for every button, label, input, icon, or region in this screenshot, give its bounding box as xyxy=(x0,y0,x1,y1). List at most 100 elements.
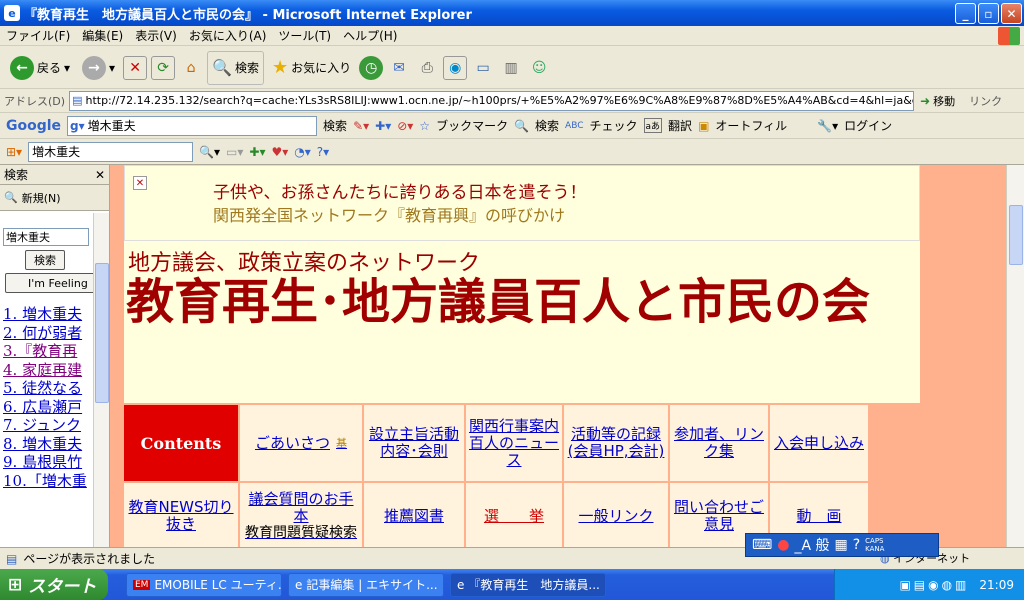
nav-table: Contents ごあいさつ基 設立主旨活動内容･会則 関西行事案内百人のニュー… xyxy=(124,405,868,547)
edit-icon[interactable]: ▭ xyxy=(471,56,495,80)
nav-general-links[interactable]: 一般リンク xyxy=(564,483,668,547)
menu-tools[interactable]: ツール(T) xyxy=(272,27,337,44)
ime-pad-icon[interactable]: ▦ xyxy=(834,537,847,553)
google-plus-icon[interactable]: ✚▾ xyxy=(375,119,391,133)
address-input[interactable]: ▤ http://72.14.235.132/search?q=cache:YL… xyxy=(69,90,915,111)
new-search-button[interactable]: 🔍 新規(N) xyxy=(0,185,109,211)
status-page-icon: ▤ xyxy=(6,551,18,566)
start-label: スタート xyxy=(28,577,97,597)
result-link[interactable]: 7. ジュンク xyxy=(3,416,94,435)
tray-icons[interactable]: ▣▤◉◍▥ xyxy=(899,578,969,592)
refresh-icon[interactable]: ⟳ xyxy=(151,55,176,80)
menu-view[interactable]: 表示(V) xyxy=(129,27,183,44)
nav-greeting[interactable]: ごあいさつ基 xyxy=(240,405,362,481)
stop-icon[interactable]: ✕ xyxy=(123,55,148,80)
research-icon[interactable]: ▥ xyxy=(499,56,523,80)
minimize-button[interactable]: _ xyxy=(955,3,976,24)
result-link[interactable]: 1. 増木重夫 xyxy=(3,305,94,324)
mail-icon[interactable]: ✉ xyxy=(387,56,411,80)
ime-help-icon[interactable]: ? xyxy=(853,537,860,553)
language-bar[interactable]: ⌨ ● _A 般 ▦ ? CAPS KANA xyxy=(745,533,939,557)
translate-button[interactable]: 翻訳 xyxy=(668,117,692,134)
panel-search-button[interactable]: 検索 xyxy=(25,250,65,270)
nav-greeting-mark: 基 xyxy=(336,436,347,450)
result-link[interactable]: 9. 島根県竹 xyxy=(3,453,94,472)
menu-edit[interactable]: 編集(E) xyxy=(76,27,129,44)
add-icon[interactable]: ✚▾ xyxy=(249,145,265,159)
result-link[interactable]: 5. 徒然なる xyxy=(3,379,94,398)
panel-scroll-thumb[interactable] xyxy=(95,263,109,403)
login-button[interactable]: ログイン xyxy=(844,117,892,134)
google-block-icon[interactable]: ⊘▾ xyxy=(397,119,413,133)
google-tools-icon[interactable]: ✎▾ xyxy=(353,119,369,133)
taskbar-item-label: 記事編集 | エキサイト... xyxy=(306,578,438,592)
menu-file[interactable]: ファイル(F) xyxy=(0,27,76,44)
print-icon[interactable]: ⎙ xyxy=(415,56,439,80)
check-button[interactable]: チェック xyxy=(590,117,638,134)
result-link[interactable]: 6. 広島瀬戸 xyxy=(3,398,94,417)
banner-line-2: 関西発全国ネットワーク『教育再興』の呼びかけ xyxy=(213,206,566,225)
nav-join[interactable]: 入会申し込み xyxy=(770,405,868,481)
help-icon[interactable]: ?▾ xyxy=(317,145,329,159)
people-icon[interactable]: ☺ xyxy=(527,56,551,80)
google-search-button[interactable]: 検索 xyxy=(323,117,347,134)
result-link[interactable]: 10.「増木重 xyxy=(3,472,94,491)
ime-mode[interactable]: _A 般 xyxy=(794,535,829,555)
messenger-icon[interactable]: ◉ xyxy=(443,55,468,80)
highlight-icon[interactable]: ▭▾ xyxy=(226,145,243,159)
taskbar-item-excite[interactable]: e 記事編集 | エキサイト... xyxy=(288,572,444,597)
nav-kansai[interactable]: 関西行事案内百人のニュース xyxy=(466,405,562,481)
home-icon[interactable]: ⌂ xyxy=(179,56,203,80)
nav-questions[interactable]: 議会質問のお手本 教育問題質疑検索 xyxy=(240,483,362,547)
google-search-input[interactable]: g▾ 増木重夫 xyxy=(67,115,318,136)
star-icon: ★ xyxy=(272,57,289,78)
search2-button[interactable]: 検索 xyxy=(535,117,559,134)
nav-books[interactable]: 推薦図書 xyxy=(364,483,464,547)
nav-purpose[interactable]: 設立主旨活動内容･会則 xyxy=(364,405,464,481)
search-panel-header: 検索 ✕ xyxy=(0,165,109,185)
taskbar-item-ie[interactable]: e 『教育再生 地方議員... xyxy=(450,572,606,597)
refresh2-icon[interactable]: ◔▾ xyxy=(294,145,311,159)
toolbar-search-input[interactable]: 増木重夫 xyxy=(28,141,194,162)
windows-flag-icon[interactable]: ⊞▾ xyxy=(6,145,22,159)
menu-favorites[interactable]: お気に入り(A) xyxy=(183,27,273,44)
forward-arrow-icon: → xyxy=(82,55,107,80)
maximize-button[interactable]: ▫ xyxy=(978,3,999,24)
close-button[interactable]: ✕ xyxy=(1001,3,1022,24)
toolbar-search-icon[interactable]: 🔍▾ xyxy=(199,145,220,159)
result-link[interactable]: 4. 家庭再建 xyxy=(3,361,94,380)
nav-election[interactable]: 選 挙 xyxy=(466,483,562,547)
links-label[interactable]: リンク xyxy=(969,93,1002,109)
nav-news[interactable]: 教育NEWS切り抜き xyxy=(124,483,238,547)
taskbar-item-label: 『教育再生 地方議員... xyxy=(468,578,600,592)
feeling-lucky-button[interactable]: I'm Feeling xyxy=(5,273,94,293)
result-link[interactable]: 2. 何が弱者 xyxy=(3,324,94,343)
start-button[interactable]: ⊞ スタート xyxy=(0,569,108,600)
page-scrollbar[interactable] xyxy=(1006,165,1024,547)
search-button[interactable]: 🔍 検索 xyxy=(207,50,265,85)
go-arrow-icon[interactable]: ➜ xyxy=(920,94,930,108)
nav-records[interactable]: 活動等の記録(会員HP,会計) xyxy=(564,405,668,481)
heart-icon[interactable]: ♥▾ xyxy=(272,145,289,159)
favorites-button[interactable]: ★ お気に入り xyxy=(268,51,355,85)
result-link[interactable]: 8. 増木重夫 xyxy=(3,435,94,454)
taskbar-item-emobile[interactable]: EM EMOBILE LC ユーティ... xyxy=(126,572,282,597)
nav-questions-label[interactable]: 議会質問のお手本 xyxy=(242,490,360,525)
go-button[interactable]: 移動 xyxy=(933,93,955,109)
back-button[interactable]: ← 戻る ▾ xyxy=(6,51,74,85)
search-panel-close-icon[interactable]: ✕ xyxy=(95,168,105,182)
history-icon[interactable]: ◷ xyxy=(359,55,384,80)
nav-members[interactable]: 参加者、リンク集 xyxy=(670,405,768,481)
bookmarks-button[interactable]: ブックマーク xyxy=(436,117,508,134)
result-link[interactable]: 3.『教育再 xyxy=(3,342,94,361)
autofill-button[interactable]: オートフィル xyxy=(715,117,787,134)
panel-search-input[interactable]: 増木重夫 xyxy=(3,228,89,246)
search2-icon: 🔍 xyxy=(514,118,530,133)
google-logo[interactable]: Google xyxy=(6,118,61,134)
settings-wrench-icon[interactable]: 🔧▾ xyxy=(817,119,838,133)
page-scroll-thumb[interactable] xyxy=(1009,205,1023,265)
menu-help[interactable]: ヘルプ(H) xyxy=(337,27,403,44)
panel-scrollbar[interactable] xyxy=(93,213,109,547)
ie-icon: e xyxy=(4,5,20,21)
forward-button[interactable]: → ▾ xyxy=(78,51,119,85)
